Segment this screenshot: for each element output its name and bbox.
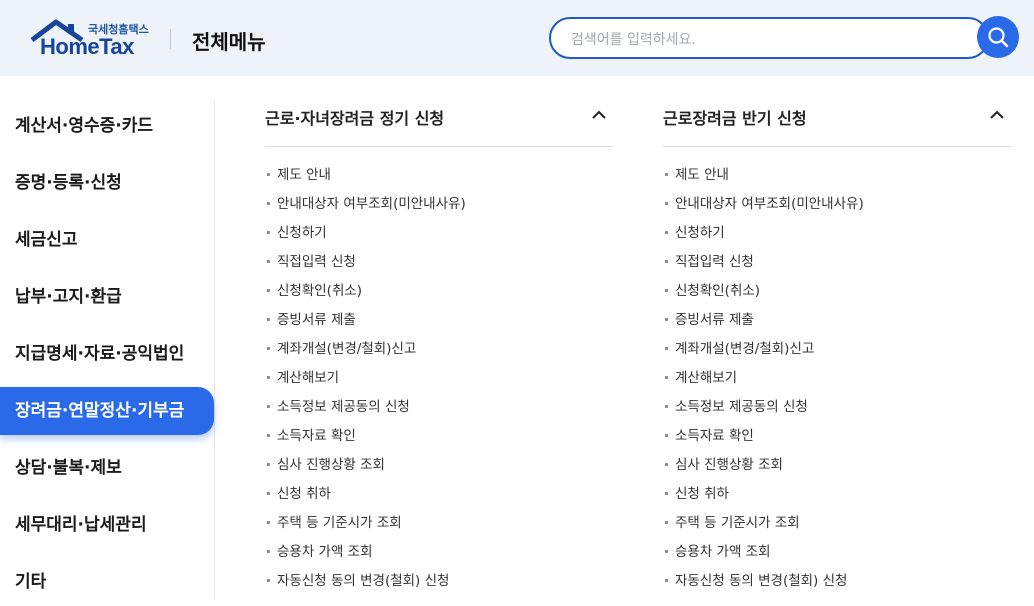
menu-link[interactable]: 안내대상자 여부조회(미안내사유) bbox=[663, 193, 864, 215]
menu-link[interactable]: 직접입력 신청 bbox=[663, 251, 754, 273]
page-title: 전체메뉴 bbox=[192, 30, 266, 54]
menu-link[interactable]: 신청 취하 bbox=[663, 483, 729, 505]
sidebar-item-tax-return[interactable]: 세금신고 bbox=[0, 216, 214, 264]
sidebar-item-payment[interactable]: 납부·고지·환급 bbox=[0, 273, 214, 321]
column-header[interactable]: 근로·자녀장려금 정기 신청 bbox=[265, 100, 613, 147]
sidebar-item-statements[interactable]: 지급명세·자료·공익법인 bbox=[0, 330, 214, 378]
menu-link[interactable]: 승용차 가액 조회 bbox=[663, 541, 771, 563]
menu-link[interactable]: 승용차 가액 조회 bbox=[265, 541, 373, 563]
menu-link[interactable]: 증빙서류 제출 bbox=[265, 309, 356, 331]
menu-link[interactable]: 신청하기 bbox=[265, 222, 327, 244]
menu-link[interactable]: 계산해보기 bbox=[663, 367, 737, 389]
menu-link[interactable]: 주택 등 기준시가 조회 bbox=[265, 512, 402, 534]
logo-text: HomeTax bbox=[40, 34, 134, 59]
menu-link[interactable]: 주택 등 기준시가 조회 bbox=[663, 512, 800, 534]
search-box bbox=[549, 17, 989, 59]
menu-link[interactable]: 계좌개설(변경/철회)신고 bbox=[265, 338, 416, 360]
search-button[interactable] bbox=[977, 16, 1019, 58]
menu-link[interactable]: 심사 진행상황 조회 bbox=[663, 454, 783, 476]
chevron-up-icon[interactable] bbox=[591, 107, 607, 123]
header: 국세청홈택스 HomeTax 전체메뉴 bbox=[0, 0, 1034, 76]
menu-link[interactable]: 소득정보 제공동의 신청 bbox=[663, 396, 808, 418]
search-input[interactable] bbox=[569, 28, 953, 52]
menu-link[interactable]: 제도 안내 bbox=[265, 164, 331, 186]
menu-link[interactable]: 소득자료 확인 bbox=[663, 425, 754, 447]
column-title: 근로·자녀장려금 정기 신청 bbox=[265, 109, 445, 128]
menu-link[interactable]: 자동신청 동의 변경(철회) 신청 bbox=[265, 570, 449, 592]
sidebar-item-invoice[interactable]: 계산서·영수증·카드 bbox=[0, 102, 214, 150]
menu-link[interactable]: 신청확인(취소) bbox=[265, 280, 362, 302]
menu-link[interactable]: 계좌개설(변경/철회)신고 bbox=[663, 338, 814, 360]
menu-link[interactable]: 직접입력 신청 bbox=[265, 251, 356, 273]
sidebar-item-incentive[interactable]: 장려금·연말정산·기부금 bbox=[0, 387, 214, 435]
sidebar-item-certificate[interactable]: 증명·등록·신청 bbox=[0, 159, 214, 207]
sidebar: 계산서·영수증·카드 증명·등록·신청 세금신고 납부·고지·환급 지급명세·자… bbox=[0, 100, 215, 599]
menu-link[interactable]: 신청확인(취소) bbox=[663, 280, 760, 302]
menu-link[interactable]: 심사 진행상황 조회 bbox=[265, 454, 385, 476]
hometax-logo[interactable]: 국세청홈택스 HomeTax bbox=[30, 18, 150, 60]
menu-link[interactable]: 자동신청 동의 변경(철회) 신청 bbox=[663, 570, 847, 592]
search-icon bbox=[988, 27, 1009, 48]
column-title: 근로장려금 반기 신청 bbox=[663, 109, 807, 128]
menu-link[interactable]: 제도 안내 bbox=[663, 164, 729, 186]
menu-link[interactable]: 소득정보 제공동의 신청 bbox=[265, 396, 410, 418]
header-divider bbox=[170, 29, 171, 49]
sidebar-item-agent[interactable]: 세무대리·납세관리 bbox=[0, 501, 214, 549]
menu-link[interactable]: 소득자료 확인 bbox=[265, 425, 356, 447]
menu-link[interactable]: 신청하기 bbox=[663, 222, 725, 244]
menu-link[interactable]: 신청 취하 bbox=[265, 483, 331, 505]
chevron-up-icon[interactable] bbox=[989, 107, 1005, 123]
sidebar-item-consult[interactable]: 상담·불복·제보 bbox=[0, 444, 214, 492]
menu-link[interactable]: 안내대상자 여부조회(미안내사유) bbox=[265, 193, 466, 215]
menu-link[interactable]: 계산해보기 bbox=[265, 367, 339, 389]
column-header[interactable]: 근로장려금 반기 신청 bbox=[663, 100, 1011, 147]
menu-link[interactable]: 증빙서류 제출 bbox=[663, 309, 754, 331]
